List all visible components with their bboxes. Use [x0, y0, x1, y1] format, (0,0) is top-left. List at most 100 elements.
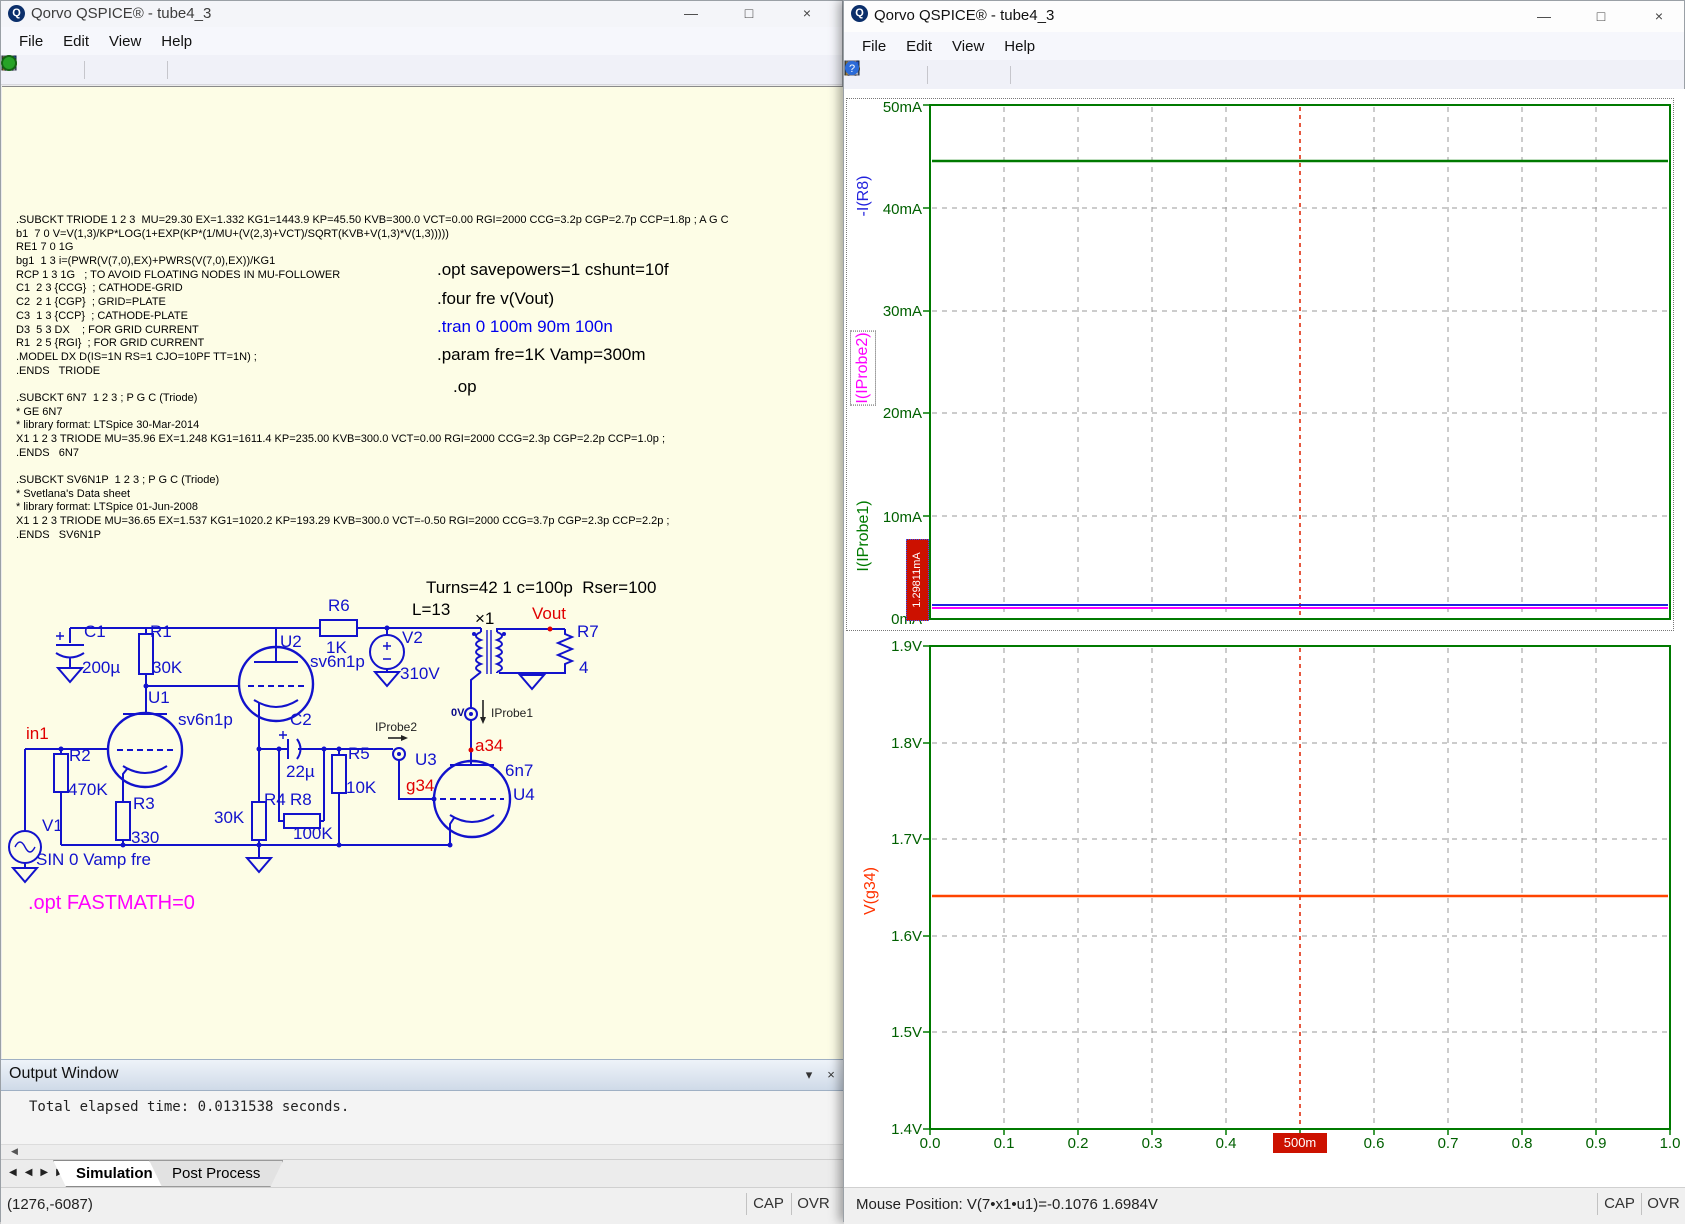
- maximize-icon[interactable]: □: [732, 3, 766, 23]
- resistor-r4[interactable]: [247, 749, 271, 872]
- net-label-a34[interactable]: a34: [475, 736, 503, 756]
- tab-next-icon[interactable]: ▶: [36, 1165, 52, 1180]
- tube-u4[interactable]: [434, 761, 510, 845]
- label-u1[interactable]: U1: [148, 688, 170, 708]
- label-r8-value[interactable]: 100K: [293, 824, 333, 844]
- menu-help[interactable]: Help: [151, 31, 202, 52]
- label-c2-value[interactable]: 22µ: [286, 762, 315, 782]
- capacitor-c2[interactable]: [279, 731, 301, 759]
- label-r4-value[interactable]: 30K: [214, 808, 244, 828]
- label-u4[interactable]: U4: [513, 785, 535, 805]
- left-window-title: Qorvo QSPICE® - tube4_3: [31, 5, 211, 22]
- signal-label-vg34[interactable]: V(g34): [862, 867, 880, 915]
- tube-u1[interactable]: [108, 713, 182, 802]
- close-icon[interactable]: ×: [790, 3, 824, 23]
- left-titlebar[interactable]: Q Qorvo QSPICE® - tube4_3 — □ ×: [1, 1, 842, 27]
- waveform-window[interactable]: Q Qorvo QSPICE® - tube4_3 — □ × File Edi…: [843, 0, 1685, 1222]
- label-turns-ratio[interactable]: ×1: [475, 609, 494, 629]
- label-u4-model[interactable]: 6n7: [505, 761, 533, 781]
- menu-file[interactable]: File: [9, 31, 53, 52]
- directive-fastmath[interactable]: .opt FASTMATH=0: [28, 892, 195, 915]
- label-r7[interactable]: R7: [577, 622, 599, 642]
- menu-view[interactable]: View: [99, 31, 151, 52]
- schematic-window[interactable]: Q Qorvo QSPICE® - tube4_3 — □ × File Edi…: [0, 0, 843, 1222]
- label-u1-model[interactable]: sv6n1p: [178, 710, 233, 730]
- y-tick: 40mA: [878, 201, 922, 218]
- label-r2-value[interactable]: 470K: [68, 780, 108, 800]
- run-icon[interactable]: [221, 59, 243, 81]
- label-iprobe1-0v: 0V: [451, 707, 464, 719]
- tab-post-process[interactable]: Post Process: [149, 1160, 283, 1187]
- label-iprobe1[interactable]: IProbe1: [491, 706, 533, 720]
- label-v1-value[interactable]: SIN 0 Vamp fre: [36, 850, 151, 870]
- menu-edit[interactable]: Edit: [53, 31, 99, 52]
- x-tick: 0.3: [1132, 1135, 1172, 1152]
- x-tick: 0.1: [984, 1135, 1024, 1152]
- label-c2[interactable]: C2: [290, 710, 312, 730]
- label-r4[interactable]: R4: [264, 790, 286, 810]
- tab-prev-icon[interactable]: ◀: [21, 1165, 37, 1180]
- label-r7-value[interactable]: 4: [579, 658, 588, 678]
- net-label-vout[interactable]: Vout: [532, 604, 566, 624]
- y-tick: 1.6V: [878, 928, 922, 945]
- label-r8[interactable]: R8: [290, 790, 312, 810]
- label-v2-value[interactable]: 310V: [400, 664, 440, 684]
- output-close-icon[interactable]: ×: [821, 1066, 841, 1084]
- label-c1[interactable]: C1: [84, 622, 106, 642]
- collapse-icon[interactable]: ▾: [799, 1066, 819, 1084]
- label-r1-value[interactable]: 30K: [152, 658, 182, 678]
- label-iprobe2[interactable]: IProbe2: [375, 720, 417, 734]
- label-r5-value[interactable]: 10K: [346, 778, 376, 798]
- transformer[interactable]: [472, 628, 565, 674]
- signal-label-iprobe1[interactable]: I(IProbe1): [855, 500, 873, 571]
- tab-first-icon[interactable]: ◀: [5, 1165, 21, 1180]
- label-inductance[interactable]: L=13: [412, 600, 450, 620]
- net-label-in1[interactable]: in1: [26, 724, 49, 744]
- minimize-icon[interactable]: —: [674, 3, 708, 23]
- cursor-coordinates: (1276,-6087): [7, 1196, 93, 1213]
- x-tick: 0.6: [1354, 1135, 1394, 1152]
- label-r5[interactable]: R5: [348, 744, 370, 764]
- print-icon[interactable]: [173, 59, 195, 81]
- cut-icon[interactable]: [90, 59, 112, 81]
- scroll-left-icon[interactable]: ◀: [11, 1146, 18, 1157]
- label-v2[interactable]: V2: [402, 628, 423, 648]
- label-r3-value[interactable]: 330: [131, 828, 159, 848]
- cursor-y-value: 1.29811mA: [911, 552, 923, 607]
- horizontal-scrollbar[interactable]: ◀: [1, 1144, 844, 1160]
- net-label-g34[interactable]: g34: [406, 776, 434, 796]
- label-c1-value[interactable]: 200µ: [82, 658, 120, 678]
- copy-icon[interactable]: [114, 59, 136, 81]
- signal-label-iprobe2[interactable]: I(IProbe2): [850, 330, 876, 405]
- label-u3[interactable]: U3: [415, 750, 437, 770]
- overwrite-indicator: OVR: [791, 1193, 835, 1215]
- signal-label-minus-ir8[interactable]: -I(R8): [855, 176, 873, 217]
- paste-icon[interactable]: [138, 59, 160, 81]
- resistor-r3[interactable]: [116, 802, 130, 845]
- resistor-r7[interactable]: [499, 629, 572, 689]
- resistor-r5[interactable]: [332, 749, 346, 845]
- help-icon[interactable]: ?: [197, 59, 219, 81]
- open-file-icon[interactable]: [31, 59, 53, 81]
- save-icon[interactable]: [55, 59, 77, 81]
- y-tick: 1.5V: [878, 1024, 922, 1041]
- output-window-text[interactable]: Total elapsed time: 0.0131538 seconds.: [1, 1091, 844, 1144]
- cursor-y-readout[interactable]: 1.29811mA: [906, 539, 929, 621]
- output-window-header[interactable]: Output Window ▾ ×: [1, 1059, 844, 1091]
- label-r6[interactable]: R6: [328, 596, 350, 616]
- label-r2[interactable]: R2: [69, 746, 91, 766]
- resistor-r6[interactable]: [320, 620, 357, 636]
- capacitor-c1[interactable]: [56, 628, 84, 682]
- resistor-r8[interactable]: [279, 749, 324, 828]
- y-tick: 10mA: [878, 509, 922, 526]
- schematic-canvas[interactable]: .SUBCKT TRIODE 1 2 3 MU=29.30 EX=1.332 K…: [2, 86, 843, 1060]
- elapsed-time-text: Total elapsed time: 0.0131538 seconds.: [29, 1099, 349, 1115]
- cursor-x-readout[interactable]: 500m: [1273, 1133, 1327, 1153]
- label-transformer-params[interactable]: Turns=42 1 c=100p Rser=100: [426, 578, 656, 598]
- label-v1[interactable]: V1: [42, 816, 63, 836]
- label-r6-value[interactable]: 1K: [326, 638, 347, 658]
- source-v2[interactable]: [370, 628, 404, 686]
- label-u2[interactable]: U2: [280, 632, 302, 652]
- label-r1[interactable]: R1: [150, 622, 172, 642]
- label-r3[interactable]: R3: [133, 794, 155, 814]
